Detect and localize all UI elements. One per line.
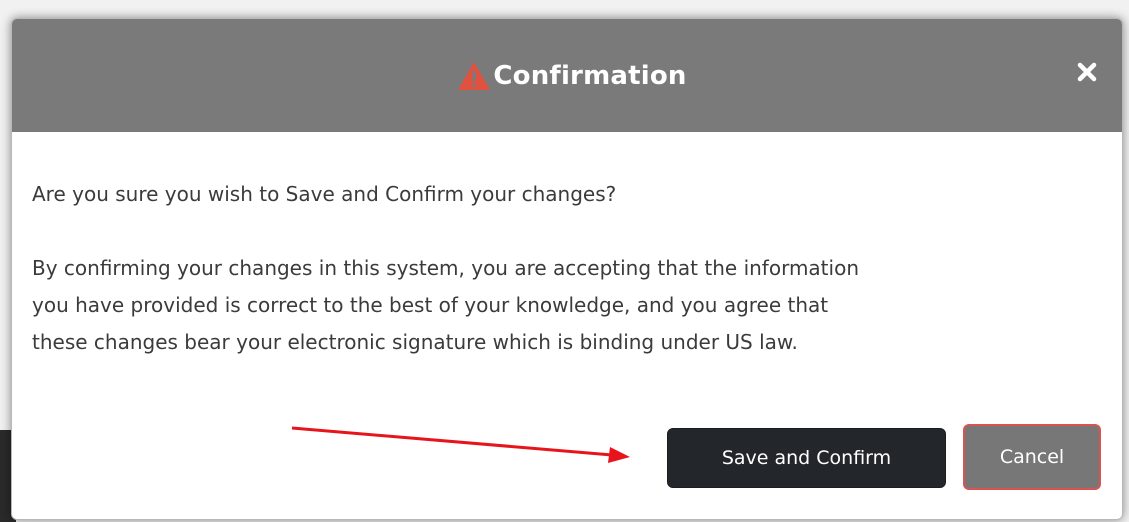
close-icon [1077, 62, 1097, 86]
save-and-confirm-button[interactable]: Save and Confirm [667, 428, 946, 488]
warning-icon [457, 61, 491, 91]
cancel-button[interactable]: Cancel [963, 424, 1101, 490]
disclaimer-line: these changes bear your electronic signa… [32, 330, 798, 354]
confirmation-dialog: Confirmation Are you sure you wish to Sa… [11, 18, 1123, 520]
confirmation-question: Are you sure you wish to Save and Confir… [32, 182, 617, 206]
disclaimer-line: By confirming your changes in this syste… [32, 256, 859, 280]
dialog-title: Confirmation [493, 60, 687, 91]
close-button[interactable] [1074, 61, 1100, 87]
dialog-title-group: Confirmation [457, 61, 686, 91]
dialog-body: Are you sure you wish to Save and Confir… [12, 132, 1122, 361]
disclaimer-line: you have provided is correct to the best… [32, 293, 829, 317]
dialog-header: Confirmation [12, 19, 1122, 132]
page: Confirmation Are you sure you wish to Sa… [0, 0, 1129, 522]
dialog-footer: Save and Confirm Cancel [12, 424, 1122, 494]
